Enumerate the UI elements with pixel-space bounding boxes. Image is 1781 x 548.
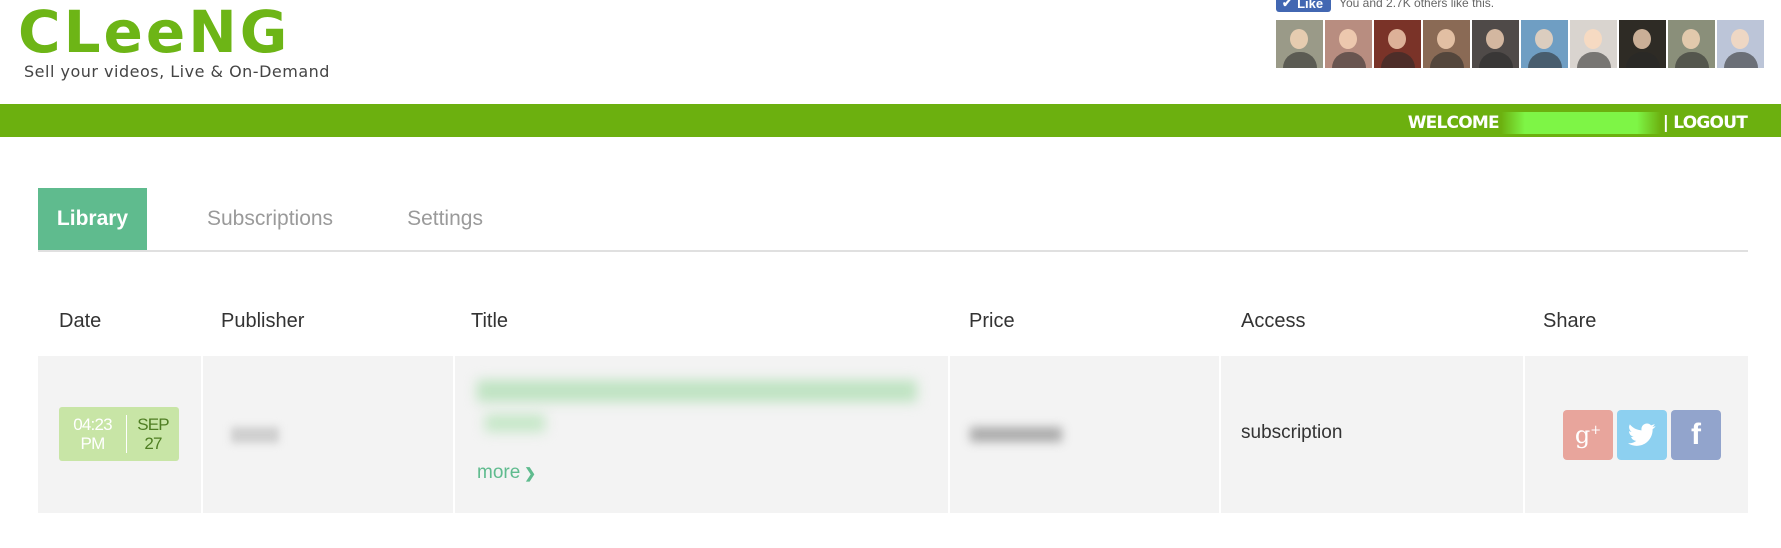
- header-price: Price: [969, 310, 1015, 332]
- time-value: 04:23: [73, 415, 112, 434]
- brand-logo[interactable]: CLeeNG Sell your videos, Live & On-Deman…: [18, 0, 330, 81]
- thumbs-up-icon: ✔: [1282, 0, 1293, 10]
- redacted-price: [970, 427, 1062, 442]
- top-bar: WELCOME | LOGOUT: [0, 104, 1781, 137]
- header-publisher: Publisher: [221, 310, 305, 332]
- facebook-like-widget: ✔ Like You and 2.7K others like this.: [1276, 0, 1494, 12]
- redacted-username: [1500, 112, 1661, 134]
- date-day: SEP 27: [127, 415, 179, 453]
- account-tabs: Library Subscriptions Settings: [38, 188, 1748, 252]
- date-day-number: 27: [144, 434, 162, 453]
- date-cell: 04:23 PM SEP 27: [38, 356, 201, 513]
- more-link[interactable]: more ❯: [477, 462, 536, 484]
- share-cell: g+ f: [1525, 356, 1748, 513]
- access-cell: subscription: [1221, 356, 1523, 513]
- twitter-icon: [1628, 423, 1656, 446]
- face-3: [1374, 20, 1421, 68]
- face-6: [1521, 20, 1568, 68]
- facebook-like-button[interactable]: ✔ Like: [1276, 0, 1332, 12]
- header-share: Share: [1543, 310, 1597, 332]
- date-month: SEP: [137, 415, 169, 434]
- face-2: [1325, 20, 1372, 68]
- header-date: Date: [59, 310, 102, 332]
- tab-settings[interactable]: Settings: [383, 188, 507, 250]
- table-header: Date Publisher Title Price Access Share: [38, 298, 1748, 356]
- like-count-text: You and 2.7K others like this.: [1339, 0, 1495, 10]
- logo-wordmark: CLeeNG: [18, 0, 291, 66]
- date-time: 04:23 PM: [59, 415, 127, 453]
- face-9: [1668, 20, 1715, 68]
- welcome-label: WELCOME: [1407, 113, 1500, 133]
- facebook-icon: f: [1691, 418, 1701, 451]
- redacted-publisher: [231, 427, 279, 443]
- face-7: [1570, 20, 1617, 68]
- library-table: Date Publisher Title Price Access Share …: [38, 298, 1748, 513]
- title-cell: more ❯: [455, 356, 948, 513]
- face-8: [1619, 20, 1666, 68]
- facebook-friend-faces: [1276, 20, 1766, 68]
- more-label: more: [477, 462, 521, 483]
- facebook-share-button[interactable]: f: [1671, 410, 1721, 460]
- logout-link[interactable]: | LOGOUT: [1663, 113, 1748, 133]
- header-title: Title: [471, 310, 509, 332]
- google-plus-icon: g+: [1574, 421, 1602, 449]
- face-10: [1717, 20, 1764, 68]
- tab-subscriptions[interactable]: Subscriptions: [183, 188, 357, 250]
- face-5: [1472, 20, 1519, 68]
- redacted-title-line-2[interactable]: [485, 414, 545, 432]
- tab-library[interactable]: Library: [38, 188, 147, 250]
- time-ampm: PM: [80, 434, 106, 453]
- price-cell: [950, 356, 1219, 513]
- user-welcome: WELCOME | LOGOUT: [1407, 112, 1748, 134]
- access-type: subscription: [1241, 422, 1343, 443]
- share-buttons: g+ f: [1563, 410, 1725, 460]
- header-access: Access: [1241, 310, 1306, 332]
- table-row[interactable]: 04:23 PM SEP 27 more ❯ subscription g+ f: [38, 356, 1748, 513]
- logo-tagline: Sell your videos, Live & On-Demand: [24, 62, 330, 81]
- publisher-cell: [203, 356, 453, 513]
- face-4: [1423, 20, 1470, 68]
- like-button-label: Like: [1297, 0, 1324, 11]
- twitter-share-button[interactable]: [1617, 410, 1667, 460]
- chevron-down-icon: ❯: [524, 464, 537, 481]
- face-1: [1276, 20, 1323, 68]
- google-plus-share-button[interactable]: g+: [1563, 410, 1613, 460]
- date-badge: 04:23 PM SEP 27: [59, 407, 179, 461]
- redacted-title-line-1[interactable]: [477, 380, 917, 402]
